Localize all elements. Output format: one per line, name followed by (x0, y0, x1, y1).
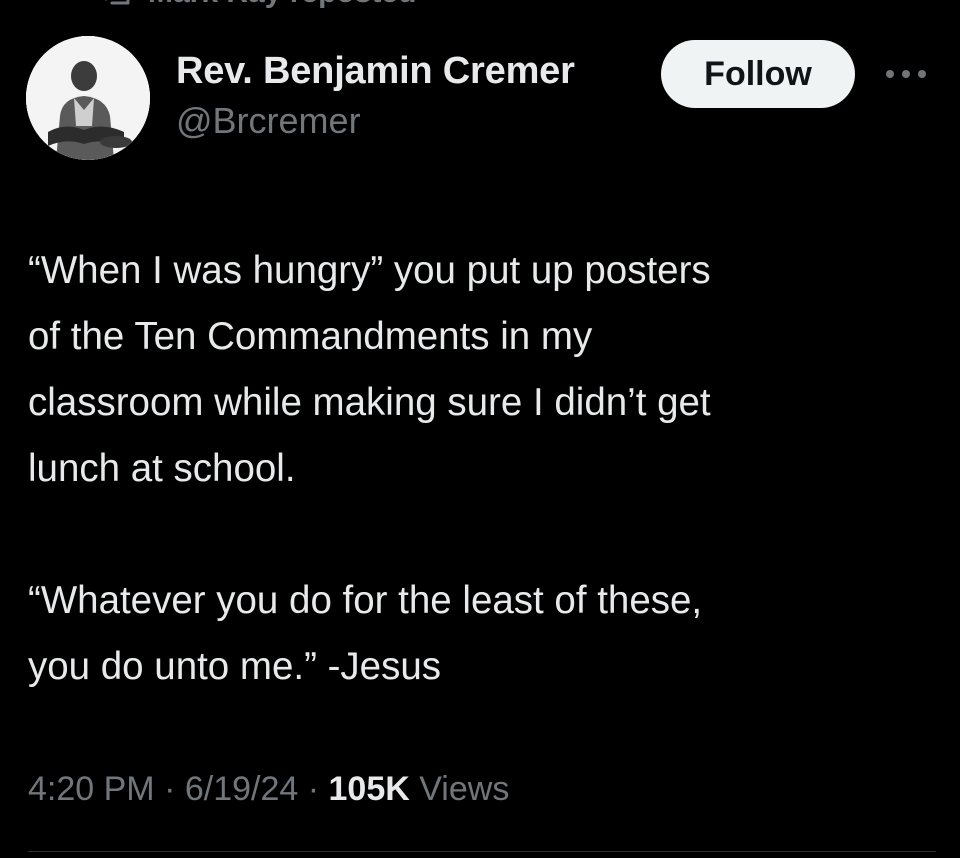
more-horizontal-icon[interactable] (884, 62, 932, 86)
author-name[interactable]: Rev. Benjamin Cremer (176, 50, 575, 93)
repost-icon (100, 0, 134, 7)
meta-separator: · (154, 770, 185, 808)
meta-separator: · (298, 770, 329, 808)
tweet-meta: 4:20 PM · 6/19/24 · 105K Views (28, 770, 509, 809)
avatar-photo (26, 36, 150, 160)
repost-text: Mark Ray reposted (148, 0, 416, 10)
tweet-paragraph: “When I was hungry” you put up posters o… (28, 249, 711, 490)
avatar[interactable] (26, 36, 150, 160)
repost-banner[interactable]: Mark Ray reposted (100, 0, 416, 10)
tweet-time[interactable]: 4:20 PM (28, 770, 155, 808)
tweet-paragraph: “Whatever you do for the least of these,… (28, 579, 703, 688)
follow-button[interactable]: Follow (661, 40, 855, 108)
tweet-text: “When I was hungry” you put up posters o… (28, 238, 938, 700)
author-handle[interactable]: @Brcremer (176, 100, 361, 142)
views-count[interactable]: 105K (329, 770, 410, 808)
views-label: Views (409, 770, 510, 808)
divider (28, 851, 936, 852)
tweet-date[interactable]: 6/19/24 (185, 770, 298, 808)
